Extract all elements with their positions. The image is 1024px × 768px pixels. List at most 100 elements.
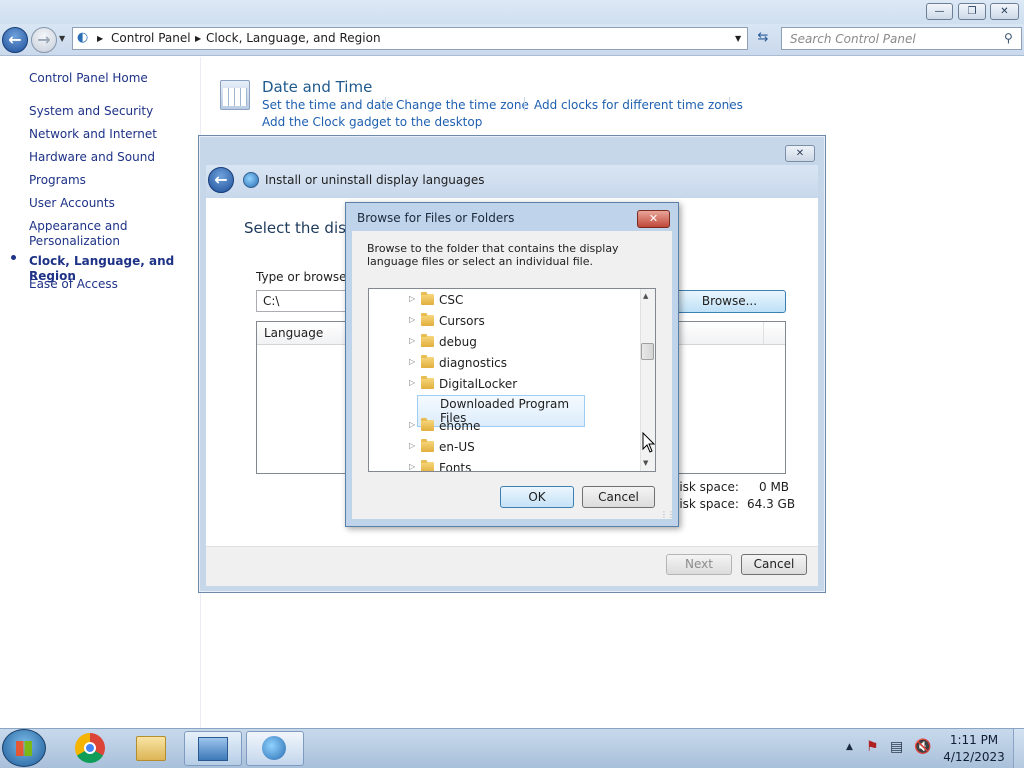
expand-arrow-icon[interactable]: ▷ [409,315,415,324]
expand-arrow-icon[interactable]: ▷ [409,420,415,429]
window-titlebar [0,0,1024,24]
wizard-close-button[interactable]: ✕ [785,145,815,162]
disk-space-available-value: 64.3 GB [747,497,796,511]
search-input[interactable]: Search Control Panel ⚲ [781,27,1022,50]
current-category-bullet-icon [11,255,16,260]
network-icon[interactable]: ▤ [890,739,903,755]
expand-arrow-icon[interactable]: ▷ [409,357,415,366]
expand-arrow-icon[interactable]: ▷ [409,378,415,387]
taskbar-chrome[interactable] [62,731,120,766]
back-button[interactable]: ← [2,27,28,53]
taskbar-control-panel[interactable] [184,731,242,766]
browse-cancel-button[interactable]: Cancel [582,486,655,508]
disk-space-required-value: 0 MB [759,480,790,494]
wizard-cancel-button[interactable]: Cancel [741,554,807,575]
browse-dialog-title: Browse for Files or Folders [357,211,515,225]
nav-system-security[interactable]: System and Security [29,104,153,119]
tree-item-label: DigitalLocker [439,377,518,391]
action-center-icon[interactable]: ⚑ [866,739,879,755]
folder-icon [421,355,434,368]
wizard-heading: Select the disp [244,219,356,237]
browse-dialog-description: Browse to the folder that contains the d… [367,242,619,268]
browse-ok-button[interactable]: OK [500,486,574,508]
address-dropdown-icon[interactable]: ▼ [735,34,741,43]
globe-icon [262,736,286,760]
breadcrumb-separator-icon: ▶ [97,34,104,43]
back-arrow-icon: ← [8,30,22,49]
restore-button[interactable]: ❐ [958,3,986,20]
change-time-zone-link[interactable]: Change the time zone [396,98,529,112]
expand-arrow-icon[interactable]: ▷ [409,441,415,450]
tree-item-label: en-US [439,440,475,454]
forward-arrow-icon: → [37,30,51,49]
refresh-button[interactable]: ⇆ [752,28,774,49]
tree-item-label: Cursors [439,314,485,328]
nav-programs[interactable]: Programs [29,173,86,188]
tree-item[interactable]: ▷ ehome [369,416,639,436]
expand-arrow-icon[interactable]: ▷ [409,294,415,303]
clock-time[interactable]: 1:11 PM [941,733,1007,747]
browse-dialog-close-button[interactable]: ✕ [637,210,670,228]
breadcrumb-clock-language-region[interactable]: Clock, Language, and Region [206,31,381,45]
nav-ease-of-access[interactable]: Ease of Access [29,277,118,292]
search-placeholder: Search Control Panel [790,32,916,46]
folder-tree[interactable]: ▷ CSC ▷ Cursors ▷ debug ▷ diagnostics ▷ Digit… [368,288,656,472]
link-separator [729,97,730,111]
folder-icon [136,736,166,761]
folder-icon [421,439,434,452]
column-divider [763,322,764,344]
back-arrow-icon: ← [214,170,228,189]
folder-icon [421,313,434,326]
tree-item-selected[interactable]: Downloaded Program Files [369,395,639,427]
tree-item[interactable]: ▷ Fonts [369,458,639,472]
date-time-heading[interactable]: Date and Time [262,78,372,96]
resize-grip-icon[interactable]: ⋮⋮ [660,510,675,519]
tree-item[interactable]: ▷ en-US [369,437,639,457]
add-clock-gadget-link[interactable]: Add the Clock gadget to the desktop [262,115,482,129]
nav-network-internet[interactable]: Network and Internet [29,127,157,142]
language-column-header[interactable]: Language [264,326,323,340]
show-hidden-icons-icon[interactable]: ▲ [846,742,853,752]
wizard-back-button[interactable]: ← [208,167,234,193]
browse-button[interactable]: Browse... [673,290,786,313]
folder-icon [421,292,434,305]
address-bar[interactable]: ◐ ▶ Control Panel ▶ Clock, Language, and… [72,27,748,50]
tree-item[interactable]: ▷ Cursors [369,311,639,331]
link-separator [385,97,386,111]
search-icon[interactable]: ⚲ [1004,31,1013,45]
forward-button[interactable]: → [31,27,57,53]
folder-icon [421,334,434,347]
close-button[interactable]: ✕ [990,3,1019,20]
next-button[interactable]: Next [666,554,732,575]
nav-appearance-personalization[interactable]: Appearance and Personalization [29,219,149,249]
tree-item[interactable]: ▷ CSC [369,290,639,310]
refresh-icon: ⇆ [757,30,769,45]
tree-item[interactable]: ▷ debug [369,332,639,352]
show-desktop-button[interactable] [1013,729,1024,768]
link-separator [524,97,525,111]
expand-arrow-icon[interactable]: ▷ [409,462,415,471]
tree-item[interactable]: ▷ diagnostics [369,353,639,373]
scroll-down-icon[interactable]: ▼ [643,459,648,467]
breadcrumb-control-panel[interactable]: Control Panel [111,31,191,45]
minimize-button[interactable]: — [926,3,953,20]
expand-arrow-icon[interactable]: ▷ [409,336,415,345]
scrollbar-thumb[interactable] [641,343,654,360]
control-panel-home-link[interactable]: Control Panel Home [29,71,148,86]
font-folder-icon [421,460,434,471]
clock-date[interactable]: 4/12/2023 [941,750,1007,764]
nav-user-accounts[interactable]: User Accounts [29,196,115,211]
taskbar-language-wizard[interactable] [246,731,304,766]
tree-item[interactable]: ▷ DigitalLocker [369,374,639,394]
recent-pages-dropdown-icon[interactable]: ▼ [59,34,65,43]
taskbar-explorer[interactable] [122,731,180,766]
volume-muted-icon[interactable]: 🔇 [914,739,931,755]
add-clocks-link[interactable]: Add clocks for different time zones [534,98,743,112]
scroll-up-icon[interactable]: ▲ [643,292,648,300]
nav-hardware-sound[interactable]: Hardware and Sound [29,150,155,165]
path-input-value: C:\ [263,294,280,308]
set-time-date-link[interactable]: Set the time and date [262,98,393,112]
tree-item-label: Fonts [439,461,472,472]
start-button[interactable] [2,729,46,767]
disk-space-available-label: lisk space: [676,497,739,511]
